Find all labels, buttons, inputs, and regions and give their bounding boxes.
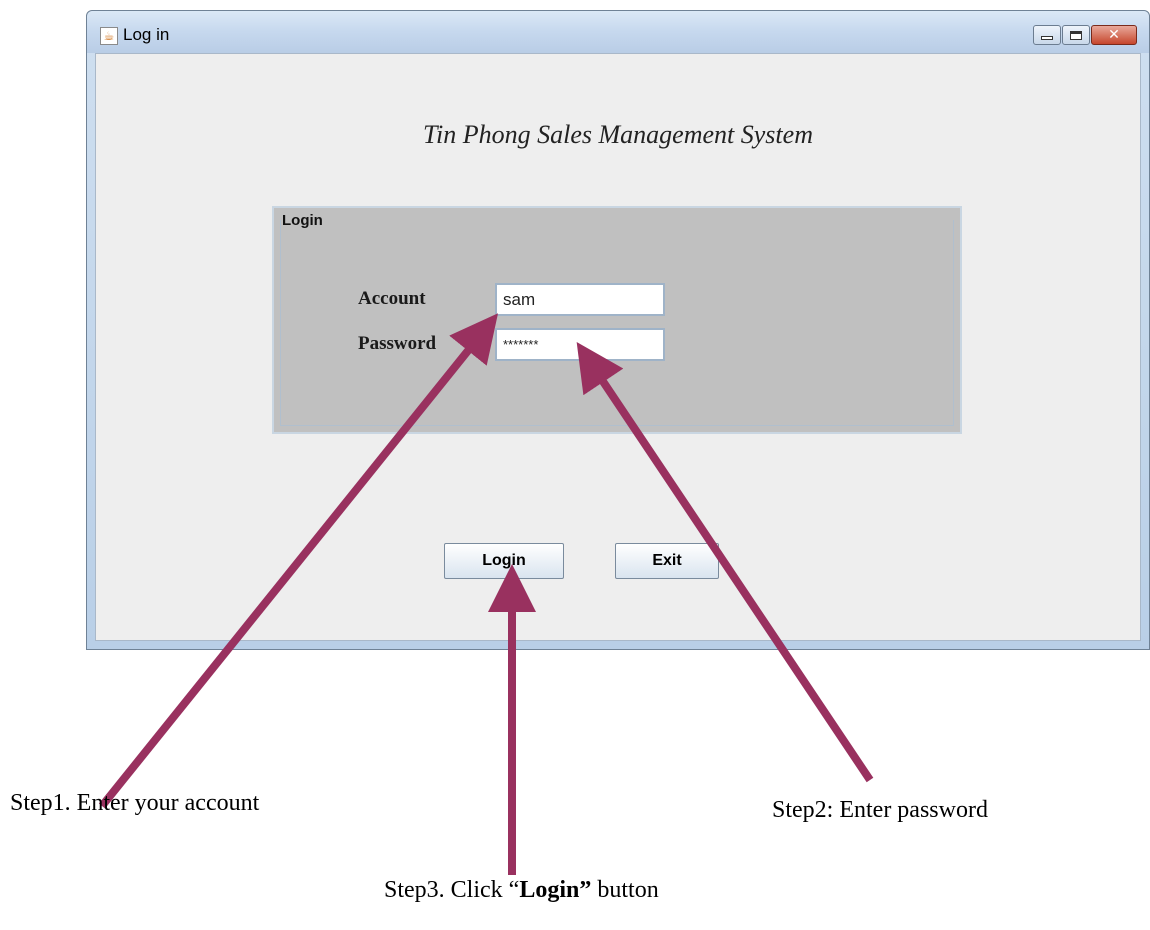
password-input[interactable] <box>495 328 665 361</box>
title-bar[interactable]: ☕ Log in ✕ <box>87 11 1149 53</box>
step3-suffix: button <box>591 877 659 903</box>
login-window: ☕ Log in ✕ Tin Phong Sales Management Sy… <box>86 10 1150 650</box>
maximize-icon <box>1070 30 1082 40</box>
maximize-button[interactable] <box>1062 25 1090 45</box>
window-controls: ✕ <box>1032 25 1137 47</box>
account-label: Account <box>358 288 426 309</box>
window-title: Log in <box>123 25 170 44</box>
panel-title: Login <box>282 212 323 229</box>
step1-annotation: Step1. Enter your account <box>10 790 260 816</box>
password-label: Password <box>358 333 437 354</box>
panel-border <box>280 220 954 426</box>
java-cup-icon: ☕ <box>100 27 118 45</box>
close-icon: ✕ <box>1108 27 1120 43</box>
login-panel: Login Account Password <box>272 206 962 434</box>
window-content: Tin Phong Sales Management System Login … <box>95 53 1141 641</box>
step3-bold: Login” <box>519 877 592 903</box>
step2-annotation: Step2: Enter password <box>772 797 988 823</box>
close-button[interactable]: ✕ <box>1091 25 1137 45</box>
minimize-icon <box>1041 36 1053 40</box>
app-title: Tin Phong Sales Management System <box>423 120 813 149</box>
step3-annotation: Step3. Click “Login” button <box>384 877 659 904</box>
exit-button[interactable]: Exit <box>615 543 719 579</box>
account-input[interactable] <box>495 283 665 316</box>
minimize-button[interactable] <box>1033 25 1061 45</box>
step3-prefix: Step3. Click “ <box>384 877 520 903</box>
login-button[interactable]: Login <box>444 543 564 579</box>
